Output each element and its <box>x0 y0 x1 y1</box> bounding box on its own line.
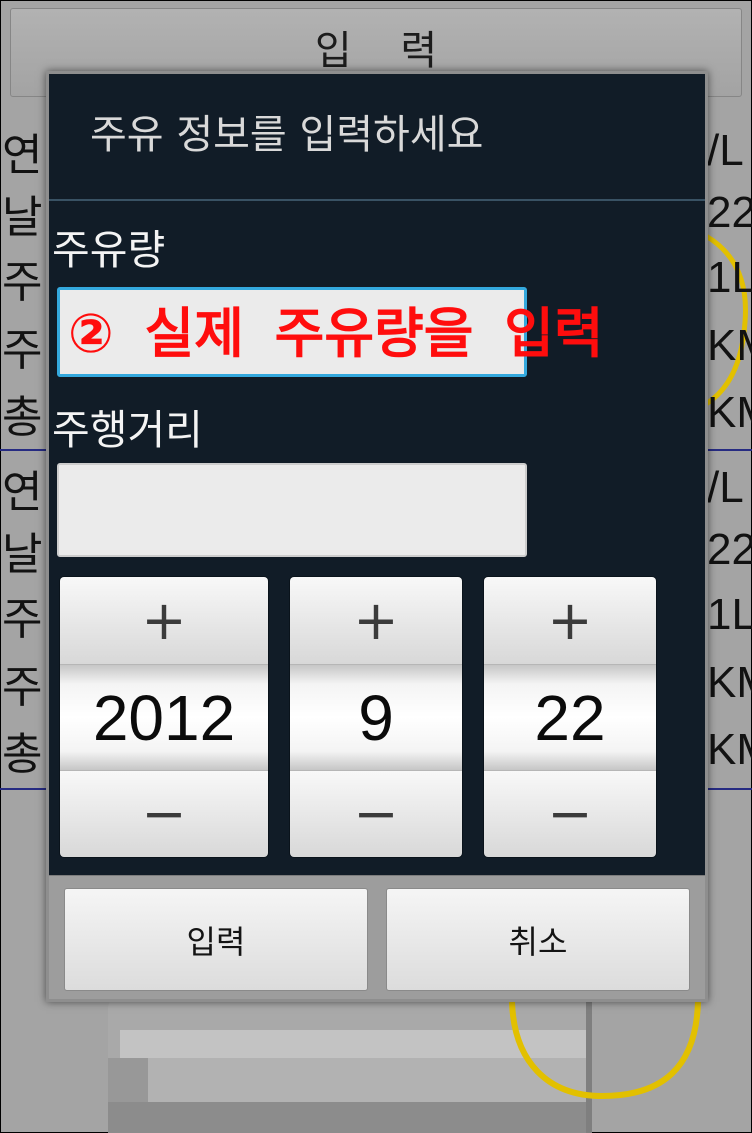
title-divider <box>49 199 705 201</box>
month-value[interactable]: 9 <box>290 665 462 770</box>
pump-base <box>108 1102 592 1133</box>
minus-icon: − <box>141 782 187 845</box>
fuel-amount-label: 주유량 <box>52 226 166 274</box>
day-increment-button[interactable]: + <box>484 577 656 665</box>
distance-label: 주행거리 <box>52 406 203 454</box>
row-value: /L <box>707 463 744 512</box>
row-value: KM <box>707 658 752 707</box>
row-label: 날 <box>2 529 43 580</box>
plus-icon: + <box>353 588 399 652</box>
row-label: 연 <box>2 130 43 181</box>
row-label: 주 <box>2 594 43 645</box>
row-value: 22 <box>707 188 752 237</box>
fuel-pump-body <box>108 996 592 1133</box>
row-label: 주 <box>2 662 43 713</box>
day-value[interactable]: 22 <box>484 665 656 770</box>
app-screen: 입 력 연 /L 날 22 주 1L 주 KM 총 KM 연 /L 날 <box>0 0 752 1133</box>
row-value: KM <box>707 321 752 370</box>
row-value: /L <box>707 126 744 175</box>
confirm-button[interactable]: 입력 <box>64 888 368 991</box>
minus-icon: − <box>353 782 399 845</box>
dialog-button-bar: 입력 취소 <box>49 875 705 999</box>
row-label: 날 <box>2 192 43 243</box>
row-value: 1L <box>707 590 752 639</box>
day-picker: + 22 − <box>484 577 656 857</box>
row-label: 주 <box>2 325 43 376</box>
row-label: 총 <box>2 729 43 780</box>
pump-edge <box>586 996 592 1133</box>
year-value[interactable]: 2012 <box>60 665 268 770</box>
year-picker: + 2012 − <box>60 577 268 857</box>
year-increment-button[interactable]: + <box>60 577 268 665</box>
distance-input[interactable] <box>57 463 527 557</box>
plus-icon: + <box>141 588 187 652</box>
row-label: 주 <box>2 257 43 308</box>
year-decrement-button[interactable]: − <box>60 770 268 857</box>
row-value: 1L <box>707 253 752 302</box>
row-label: 연 <box>2 467 43 518</box>
instruction-annotation: ② 실제 주유량을 입력 <box>68 302 604 365</box>
plus-icon: + <box>547 588 593 652</box>
month-decrement-button[interactable]: − <box>290 770 462 857</box>
month-increment-button[interactable]: + <box>290 577 462 665</box>
row-label: 총 <box>2 392 43 443</box>
cancel-button[interactable]: 취소 <box>386 888 690 991</box>
day-decrement-button[interactable]: − <box>484 770 656 857</box>
minus-icon: − <box>547 782 593 845</box>
month-picker: + 9 − <box>290 577 462 857</box>
row-value: KM <box>707 388 752 437</box>
row-value: 22 <box>707 525 752 574</box>
pump-front-panel <box>148 1058 592 1102</box>
fuel-entry-dialog: 주유 정보를 입력하세요 주유량 주행거리 + 2012 − + 9 − + 2… <box>46 71 708 1002</box>
dialog-title: 주유 정보를 입력하세요 <box>90 112 484 158</box>
row-value: KM <box>707 725 752 774</box>
